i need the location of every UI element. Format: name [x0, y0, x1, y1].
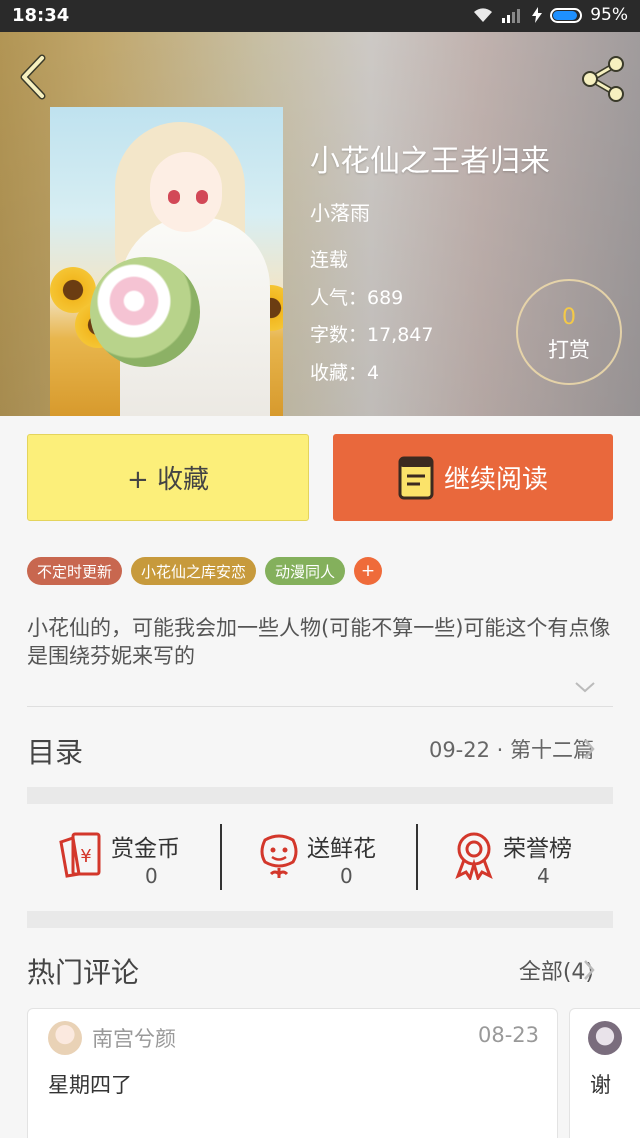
send-flowers-label: 送鲜花 [307, 836, 376, 862]
serial-status: 连载 [310, 249, 349, 271]
tip-button[interactable]: 0 打赏 [516, 279, 622, 385]
favorite-count: 收藏：4 [310, 362, 380, 384]
avatar[interactable] [48, 1021, 82, 1055]
signal-icon [502, 7, 524, 23]
hot-comments-title: 热门评论 [27, 956, 140, 989]
latest-chapter: 09-22 · 第十二篇 [428, 738, 594, 762]
reward-coins-value: 0 [145, 864, 158, 888]
chevron-right-icon [584, 960, 595, 980]
medal-icon [455, 832, 493, 880]
honor-board-stat[interactable]: 荣誉榜 4 [418, 824, 613, 892]
send-flowers-value: 0 [340, 864, 353, 888]
comment-card[interactable]: 南宫兮颜 08-23 星期四了 [27, 1008, 558, 1138]
share-icon [582, 56, 624, 102]
battery-percent: 95% [590, 5, 628, 25]
continue-reading-label: 继续阅读 [443, 465, 548, 495]
tag-item[interactable]: 不定时更新 [27, 557, 123, 585]
comment-card[interactable]: 谢 [569, 1008, 640, 1138]
tag-list: 不定时更新 小花仙之库安恋 动漫同人 + [27, 557, 383, 585]
divider [27, 706, 613, 707]
popularity-count: 人气：689 [310, 287, 404, 309]
chevron-down-icon[interactable] [574, 680, 596, 694]
share-button[interactable] [578, 54, 628, 104]
status-bar: 18:34 95% [0, 0, 640, 32]
tag-item[interactable]: 小花仙之库安恋 [131, 557, 257, 585]
reward-coins-stat[interactable]: ¥ 赏金币 0 [27, 824, 222, 892]
section-separator [27, 911, 613, 928]
send-flowers-stat[interactable]: 送鲜花 0 [222, 824, 417, 892]
charging-icon [532, 7, 543, 23]
word-count: 字数：17,847 [310, 324, 434, 346]
back-button[interactable] [16, 54, 52, 100]
add-favorite-button[interactable]: + 收藏 [27, 434, 309, 521]
honor-board-label: 荣誉榜 [503, 836, 572, 862]
book-icon [398, 456, 434, 499]
book-description: 小花仙的，可能我会加一些人物(可能不算一些)可能这个有点像是围绕芬妮来写的 [27, 616, 611, 668]
add-tag-button[interactable]: + [354, 557, 383, 585]
section-separator [27, 787, 613, 804]
comment-user[interactable]: 南宫兮颜 [92, 1023, 176, 1053]
comment-date: 08-23 [477, 1023, 539, 1047]
comment-text: 谢 [590, 1073, 611, 1097]
continue-reading-button[interactable]: 继续阅读 [333, 434, 613, 521]
tag-item[interactable]: 动漫同人 [265, 557, 346, 585]
comment-text: 星期四了 [48, 1073, 132, 1097]
tip-label: 打赏 [548, 338, 590, 362]
book-title: 小花仙之王者归来 [310, 144, 550, 179]
battery-icon [550, 7, 583, 23]
book-header: 小花仙之王者归来 小落雨 连载 人气：689 字数：17,847 收藏：4 0 … [0, 32, 640, 416]
wifi-icon [472, 6, 494, 24]
flower-icon [260, 834, 298, 878]
honor-board-value: 4 [537, 864, 550, 888]
book-cover[interactable] [50, 107, 283, 416]
reward-coins-label: 赏金币 [111, 836, 180, 862]
chevron-right-icon [584, 739, 595, 759]
status-time: 18:34 [12, 5, 70, 26]
avatar[interactable] [588, 1021, 622, 1055]
red-envelope-yen-icon: ¥ [59, 832, 101, 878]
tip-count: 0 [562, 305, 576, 330]
svg-text:¥: ¥ [80, 846, 91, 867]
back-arrow-icon [20, 54, 46, 100]
toc-title: 目录 [27, 736, 84, 769]
book-author[interactable]: 小落雨 [310, 197, 370, 226]
